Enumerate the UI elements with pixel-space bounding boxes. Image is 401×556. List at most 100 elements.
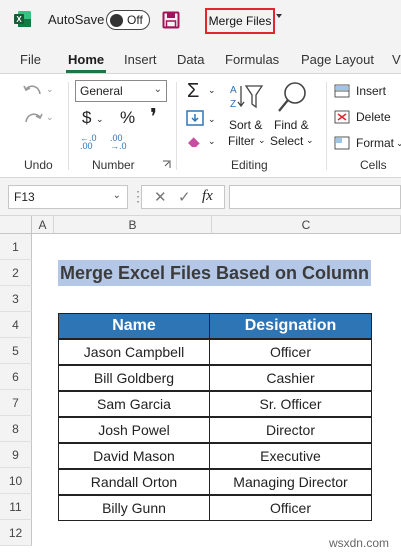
ribbon-tabs: File Home Insert Data Formulas Page Layo… (0, 40, 401, 74)
name-cell[interactable]: Billy Gunn (59, 496, 209, 520)
autosave-toggle[interactable]: Off (106, 10, 150, 30)
cancel-entry-icon[interactable]: ✕ (154, 188, 167, 206)
name-box[interactable]: F13 ⌄ (8, 185, 128, 209)
row-header[interactable]: 2 (0, 260, 32, 286)
undo-icon[interactable] (22, 82, 44, 100)
row-header[interactable]: 7 (0, 390, 32, 416)
tab-data[interactable]: Data (177, 52, 204, 67)
tab-insert[interactable]: Insert (124, 52, 157, 67)
find-select-label-2[interactable]: Select (270, 134, 303, 148)
row-header[interactable]: 10 (0, 468, 32, 494)
increase-decimal-icon[interactable]: ←.0.00 (80, 134, 97, 151)
save-icon[interactable] (162, 11, 180, 29)
chevron-down-icon[interactable]: ⌄ (96, 114, 104, 125)
column-header-a[interactable]: A (32, 216, 54, 234)
tab-file[interactable]: File (20, 52, 41, 67)
formula-bar: F13 ⌄ ⋮ ✕ ✓ fx (0, 178, 401, 216)
tab-page-layout[interactable]: Page Layout (301, 52, 374, 67)
row-header[interactable]: 11 (0, 494, 32, 520)
sheet-title-cell[interactable]: Merge Excel Files Based on Column (58, 260, 371, 286)
format-cells-label[interactable]: Format (356, 136, 394, 150)
column-header-c[interactable]: C (212, 216, 401, 234)
name-cell[interactable]: Jason Campbell (59, 340, 209, 364)
dialog-launcher-icon[interactable] (162, 160, 171, 169)
find-select-icon[interactable] (277, 80, 309, 114)
designation-cell[interactable]: Officer (210, 496, 371, 520)
tab-formulas[interactable]: Formulas (225, 52, 279, 67)
editing-group-label: Editing (231, 158, 268, 172)
row-header[interactable]: 5 (0, 338, 32, 364)
designation-cell[interactable]: Officer (210, 340, 371, 364)
sort-filter-label-2[interactable]: Filter (228, 134, 255, 148)
tab-home[interactable]: Home (68, 52, 104, 67)
svg-text:Z: Z (230, 99, 236, 110)
designation-cell[interactable]: Sr. Officer (210, 392, 371, 416)
chevron-down-icon: ⌄ (112, 190, 121, 201)
cells-group-label: Cells (360, 158, 387, 172)
chevron-down-icon[interactable] (276, 14, 282, 18)
title-bar: X AutoSave Off Merge Files (0, 0, 401, 40)
table-row: Randall Orton Managing Director (58, 469, 372, 495)
find-select-label[interactable]: Find & (274, 118, 309, 132)
row-header[interactable]: 4 (0, 312, 32, 338)
document-title[interactable]: Merge Files (205, 8, 275, 34)
header-name[interactable]: Name (59, 314, 209, 338)
ribbon-divider (68, 82, 69, 170)
watermark-text: wsxdn.com (328, 536, 389, 550)
insert-cells-label[interactable]: Insert (356, 84, 386, 98)
active-tab-indicator (66, 70, 106, 73)
chevron-down-icon[interactable]: ⌄ (208, 114, 216, 125)
name-cell[interactable]: David Mason (59, 444, 209, 468)
fill-icon[interactable] (186, 110, 204, 126)
header-designation[interactable]: Designation (210, 314, 371, 338)
chevron-down-icon[interactable]: ⌄ (46, 112, 54, 123)
tab-view[interactable]: View (392, 52, 401, 67)
designation-cell[interactable]: Cashier (210, 366, 371, 390)
formula-input[interactable] (229, 185, 401, 209)
number-group-label: Number (92, 158, 135, 172)
insert-function-icon[interactable]: fx (202, 188, 213, 205)
sort-filter-label[interactable]: Sort & (229, 118, 262, 132)
redo-icon[interactable] (22, 110, 44, 128)
confirm-entry-icon[interactable]: ✓ (178, 188, 191, 206)
number-format-value: General (80, 84, 123, 98)
chevron-down-icon[interactable]: ⌄ (208, 85, 216, 96)
undo-group-label: Undo (24, 158, 53, 172)
percent-icon[interactable]: % (120, 108, 135, 128)
chevron-down-icon[interactable]: ⌄ (396, 138, 401, 149)
decrease-decimal-icon[interactable]: .00 →.0 (110, 134, 127, 151)
name-cell[interactable]: Josh Powel (59, 418, 209, 442)
designation-cell[interactable]: Managing Director (210, 470, 371, 494)
autosave-label: AutoSave (48, 12, 105, 27)
designation-cell[interactable]: Director (210, 418, 371, 442)
sort-filter-icon[interactable]: A Z (229, 82, 263, 112)
chevron-down-icon[interactable]: ⌄ (258, 135, 266, 146)
table-row: David Mason Executive (58, 443, 372, 469)
chevron-down-icon[interactable]: ⌄ (46, 84, 54, 95)
row-header[interactable]: 3 (0, 286, 32, 312)
name-cell[interactable]: Randall Orton (59, 470, 209, 494)
clear-eraser-icon[interactable] (186, 134, 204, 148)
table-row: Bill Goldberg Cashier (58, 365, 372, 391)
format-cells-icon[interactable] (334, 136, 350, 150)
table-row: Jason Campbell Officer (58, 339, 372, 365)
chevron-down-icon[interactable]: ⌄ (306, 135, 314, 146)
designation-cell[interactable]: Executive (210, 444, 371, 468)
comma-style-icon[interactable]: ❜ (150, 104, 157, 130)
row-header[interactable]: 8 (0, 416, 32, 442)
number-format-dropdown[interactable]: General ⌄ (75, 80, 167, 102)
select-all-corner[interactable] (0, 216, 32, 234)
row-header[interactable]: 1 (0, 234, 32, 260)
name-cell[interactable]: Sam Garcia (59, 392, 209, 416)
name-cell[interactable]: Bill Goldberg (59, 366, 209, 390)
currency-icon[interactable]: $ (82, 108, 91, 128)
delete-cells-icon[interactable] (334, 110, 350, 124)
insert-cells-icon[interactable] (334, 84, 350, 98)
column-header-b[interactable]: B (54, 216, 212, 234)
autosum-icon[interactable]: Σ (187, 80, 199, 103)
row-header[interactable]: 12 (0, 520, 32, 546)
row-header[interactable]: 9 (0, 442, 32, 468)
delete-cells-label[interactable]: Delete (356, 110, 391, 124)
chevron-down-icon[interactable]: ⌄ (208, 136, 216, 147)
row-header[interactable]: 6 (0, 364, 32, 390)
